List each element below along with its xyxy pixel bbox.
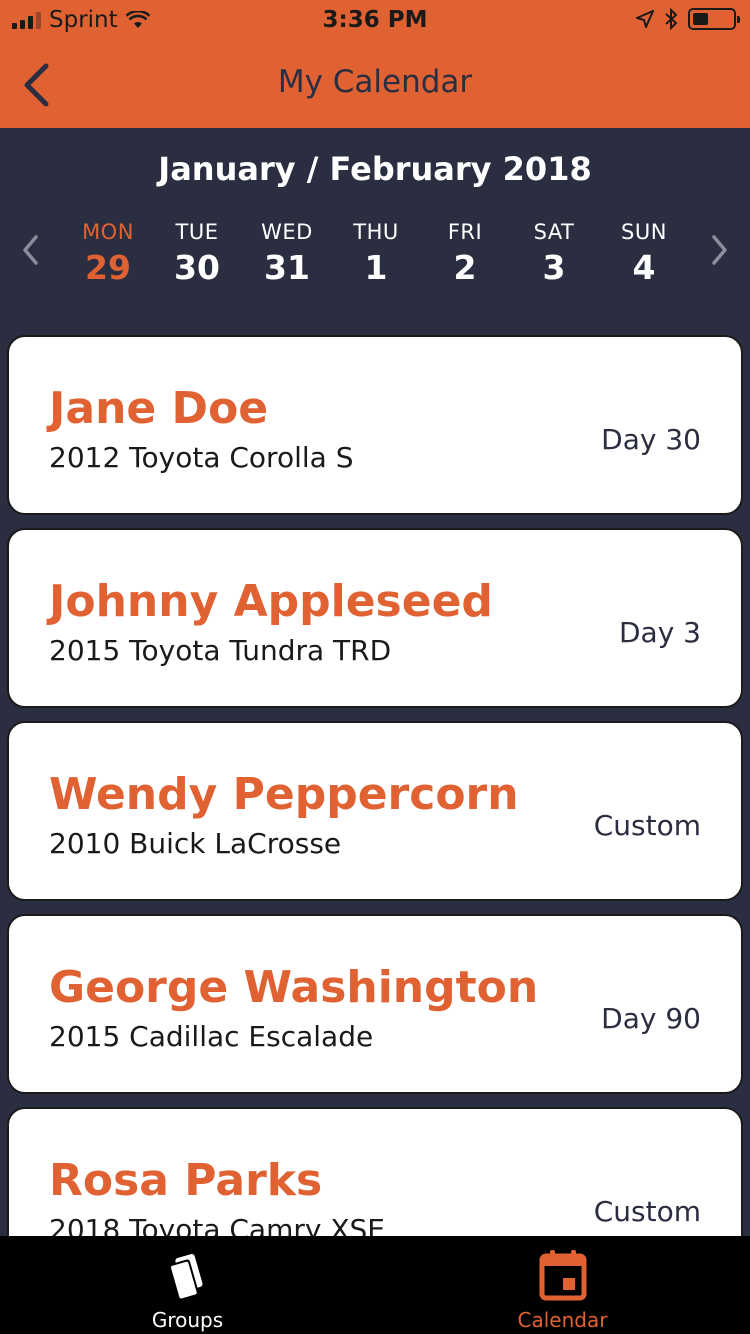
cards-icon: [168, 1254, 203, 1301]
vehicle-label: 2018 Toyota Camry XSE: [49, 1213, 385, 1236]
next-week-button[interactable]: [702, 230, 738, 270]
day-cell-sun[interactable]: SUN 4: [604, 220, 684, 287]
bluetooth-icon: [665, 8, 678, 30]
app-header: Sprint 3:36 PM My Calendar: [0, 0, 750, 128]
customer-name: Jane Doe: [49, 383, 269, 434]
date-number: 30: [174, 248, 220, 287]
page-title: My Calendar: [277, 64, 473, 100]
appointment-card[interactable]: Rosa Parks 2018 Toyota Camry XSE Custom: [7, 1107, 743, 1236]
weekday-label: SAT: [533, 220, 575, 244]
weekday-label: MON: [82, 220, 134, 244]
day-cell-mon[interactable]: MON 29: [68, 220, 148, 287]
weekday-label: SUN: [621, 220, 667, 244]
tab-bar: Groups Calendar: [0, 1236, 750, 1334]
day-cell-tue[interactable]: TUE 30: [157, 220, 237, 287]
followup-tag: Custom: [593, 809, 701, 842]
appointment-card[interactable]: Johnny Appleseed 2015 Toyota Tundra TRD …: [7, 528, 743, 708]
vehicle-label: 2015 Toyota Tundra TRD: [49, 634, 392, 667]
calendar-icon: [539, 1250, 586, 1301]
customer-name: Rosa Parks: [49, 1155, 323, 1206]
vehicle-label: 2010 Buick LaCrosse: [49, 827, 342, 860]
location-arrow-icon: [636, 10, 654, 28]
date-number: 3: [542, 248, 566, 287]
day-cell-wed[interactable]: WED 31: [247, 220, 327, 287]
weekday-label: FRI: [447, 220, 483, 244]
chevron-left-icon: [23, 235, 38, 265]
week-strip: January / February 2018 MON 29 TUE 30 WE…: [0, 128, 750, 333]
tab-groups[interactable]: Groups: [0, 1236, 375, 1334]
battery-icon: [688, 8, 740, 30]
previous-week-button[interactable]: [12, 230, 48, 270]
customer-name: Johnny Appleseed: [49, 576, 493, 627]
tab-calendar[interactable]: Calendar: [375, 1236, 750, 1334]
appointment-list[interactable]: Jane Doe 2012 Toyota Corolla S Day 30 Jo…: [0, 333, 750, 1236]
customer-name: Wendy Peppercorn: [49, 769, 519, 820]
vehicle-label: 2015 Cadillac Escalade: [49, 1020, 374, 1053]
appointment-card[interactable]: Jane Doe 2012 Toyota Corolla S Day 30: [7, 335, 743, 515]
followup-tag: Day 30: [601, 423, 701, 456]
weekday-label: WED: [261, 220, 313, 244]
tab-icon-wrap: [375, 1248, 750, 1310]
vehicle-label: 2012 Toyota Corolla S: [49, 441, 354, 474]
status-right: [636, 8, 740, 30]
date-number: 4: [632, 248, 656, 287]
status-bar: Sprint 3:36 PM: [0, 0, 750, 40]
followup-tag: Day 3: [618, 616, 701, 649]
day-cell-sat[interactable]: SAT 3: [514, 220, 594, 287]
date-number: 29: [85, 248, 131, 287]
customer-name: George Washington: [49, 962, 539, 1013]
tab-label: Groups: [151, 1308, 224, 1332]
date-number: 2: [453, 248, 477, 287]
day-cell-thu[interactable]: THU 1: [336, 220, 416, 287]
appointment-card[interactable]: George Washington 2015 Cadillac Escalade…: [7, 914, 743, 1094]
date-number: 31: [264, 248, 310, 287]
weekday-label: TUE: [175, 220, 219, 244]
date-number: 1: [364, 248, 388, 287]
month-label: January / February 2018: [158, 150, 592, 188]
followup-tag: Custom: [593, 1195, 701, 1228]
tab-icon-wrap: [0, 1248, 375, 1310]
chevron-right-icon: [712, 235, 727, 265]
tab-label: Calendar: [517, 1308, 608, 1332]
weekday-label: THU: [353, 220, 399, 244]
day-cell-fri[interactable]: FRI 2: [425, 220, 505, 287]
appointment-card[interactable]: Wendy Peppercorn 2010 Buick LaCrosse Cus…: [7, 721, 743, 901]
followup-tag: Day 90: [601, 1002, 701, 1035]
